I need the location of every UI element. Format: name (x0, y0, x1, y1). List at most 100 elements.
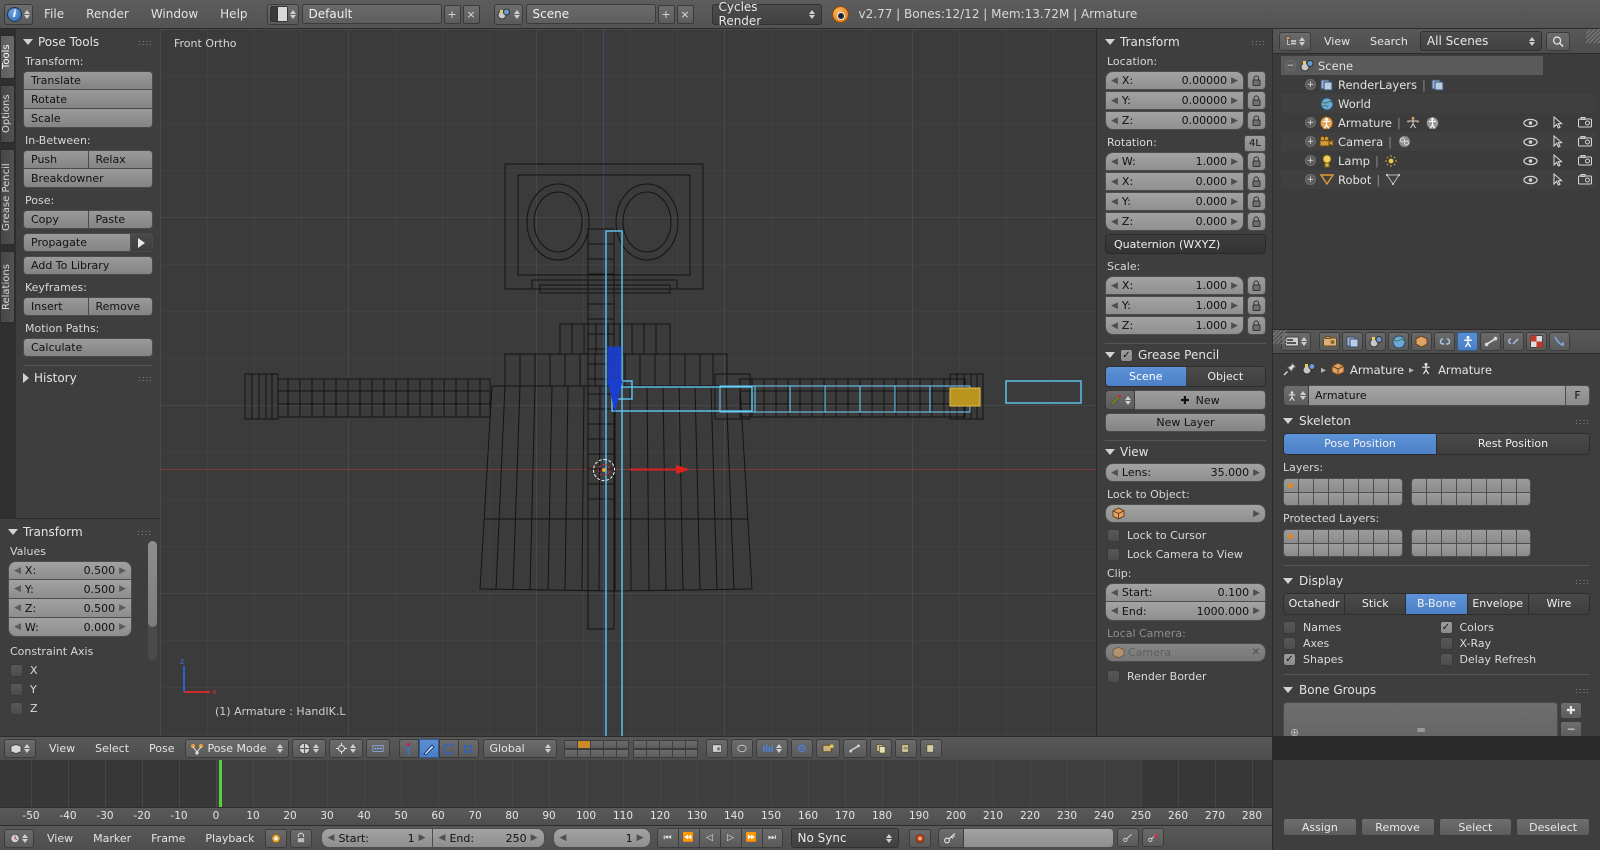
layer-cell[interactable] (645, 748, 659, 758)
layer-cell[interactable] (1501, 492, 1516, 506)
visibility-eye-icon[interactable] (1523, 135, 1538, 148)
layer-cell[interactable] (1516, 492, 1531, 506)
panel-scrollbar[interactable] (148, 541, 157, 661)
renderability-camera-icon[interactable] (1577, 173, 1592, 186)
scale-field-z[interactable]: ◀ Z: 1.000 ▶ (1105, 316, 1244, 335)
layer-cell[interactable] (602, 739, 616, 749)
pose-icon[interactable] (1406, 116, 1421, 130)
outliner-row-lamp[interactable]: + Lamp | (1281, 151, 1596, 170)
protected-cell[interactable] (1388, 529, 1403, 543)
relax-button[interactable]: Relax (88, 150, 153, 169)
layer-cell[interactable] (589, 748, 603, 758)
layer-cell[interactable] (1328, 492, 1343, 506)
camera-data-icon[interactable] (1397, 135, 1412, 149)
visibility-eye-icon[interactable] (1523, 173, 1538, 186)
remove-bone-group-button[interactable]: ─ (1560, 721, 1582, 736)
frame-start-field[interactable]: ◀ Start: 1 ▶ (320, 828, 433, 848)
transform-panel-header[interactable]: Transform :::: (1105, 35, 1266, 49)
layer-cell[interactable] (1313, 492, 1328, 506)
layer-cell[interactable] (1471, 492, 1486, 506)
mesh-data-icon[interactable] (1385, 173, 1400, 187)
prop-tab-bone-constraint[interactable] (1503, 332, 1524, 351)
breadcrumb-object-icon[interactable] (1331, 361, 1345, 379)
auto-ik-button[interactable] (815, 739, 840, 758)
remove-bone-group-button2[interactable]: Remove (1360, 818, 1435, 836)
operator-field-x[interactable]: ◀ X: 0.500 ▶ (8, 561, 132, 580)
datablock-name-field[interactable]: Armature (1309, 385, 1566, 406)
protected-cell[interactable] (1298, 543, 1313, 557)
layer-cell[interactable] (1373, 492, 1388, 506)
add-keying-set-button[interactable] (1116, 828, 1139, 847)
lock-location-y-button[interactable] (1247, 91, 1266, 110)
remove-keying-set-button[interactable] (1141, 828, 1164, 847)
grease-pencil-header[interactable]: ✓ Grease Pencil (1105, 348, 1266, 362)
lock-scale-y-button[interactable] (1247, 296, 1266, 315)
display-envelope-button[interactable]: Envelope (1467, 594, 1529, 614)
armature-datablock-selector[interactable] (1283, 385, 1309, 406)
rotation-mode-selector[interactable]: Quaternion (WXYZ) (1105, 234, 1266, 254)
layer-cell[interactable] (671, 748, 685, 758)
keying-set-field[interactable] (963, 828, 1114, 848)
scene-selector[interactable] (493, 3, 523, 25)
new-layer-button[interactable]: New Layer (1105, 413, 1266, 432)
timeline-playhead[interactable] (218, 760, 222, 807)
display-bbone-button[interactable]: B-Bone (1406, 594, 1468, 614)
new-screen-button[interactable]: + (443, 4, 461, 24)
render-engine-selector[interactable]: Cycles Render (711, 0, 822, 28)
layer-cell[interactable] (1411, 478, 1426, 492)
prop-tab-scene[interactable] (1365, 332, 1386, 351)
translate-button[interactable]: Translate (23, 71, 153, 90)
lock-timeline-button[interactable] (289, 828, 312, 848)
delete-screen-button[interactable]: × (462, 4, 480, 24)
layer-cell[interactable] (1456, 478, 1471, 492)
paste-pose-button[interactable]: Paste (88, 210, 153, 229)
prop-tab-world[interactable] (1388, 332, 1409, 351)
close-icon[interactable]: ✕ (1252, 647, 1260, 658)
outliner-row-armature[interactable]: + Armature | (1281, 113, 1596, 132)
tab-grease-pencil[interactable]: Grease Pencil (1, 149, 15, 245)
protected-cell[interactable] (1486, 543, 1501, 557)
manipulator-toggle-icon[interactable] (398, 739, 419, 758)
display-option-axes[interactable]: Axes (1283, 637, 1434, 650)
fake-user-button[interactable]: F (1566, 385, 1590, 406)
protected-cell[interactable] (1441, 543, 1456, 557)
prop-tab-constraints[interactable] (1434, 332, 1455, 351)
bone-groups-list[interactable]: ⊕ ═ (1283, 702, 1558, 736)
play-reverse-button[interactable]: ◁ (698, 828, 720, 848)
layer-cell[interactable] (602, 748, 616, 758)
resize-grip-icon[interactable] (1586, 29, 1600, 43)
snap-magnet-toggle[interactable] (365, 739, 390, 758)
protected-cell[interactable] (1328, 529, 1343, 543)
skeleton-panel-header[interactable]: Skeleton :::: (1283, 414, 1590, 428)
rotation-field-x[interactable]: ◀ X: 0.000 ▶ (1105, 172, 1244, 191)
layer-cell[interactable] (1298, 478, 1313, 492)
layer-cell[interactable] (1486, 492, 1501, 506)
layer-cell[interactable] (632, 748, 646, 758)
layer-cell-active[interactable] (1283, 478, 1298, 492)
layer-cell-active[interactable] (576, 739, 590, 749)
timeline-track-area[interactable] (0, 760, 1272, 807)
manipulator-x-arrow-icon[interactable] (630, 465, 690, 474)
outliner-menu-view[interactable]: View (1314, 35, 1360, 48)
expand-icon[interactable]: + (1305, 136, 1316, 147)
timeline-menu-frame[interactable]: Frame (141, 832, 195, 845)
lock-rotation-x-button[interactable] (1247, 172, 1266, 191)
viewport-menu-view[interactable]: View (39, 742, 85, 755)
collapse-icon[interactable]: − (1285, 60, 1296, 71)
layer-cell[interactable] (1501, 478, 1516, 492)
sync-mode-selector[interactable]: No Sync (790, 828, 899, 848)
remove-keyframe-button[interactable]: Remove (88, 297, 153, 316)
rotation-field-w[interactable]: ◀ W: 1.000 ▶ (1105, 152, 1244, 171)
protected-cell[interactable] (1411, 529, 1426, 543)
rotation-lock-badge[interactable]: 4L (1244, 134, 1266, 152)
frame-end-field[interactable]: ◀ End: 250 ▶ (432, 828, 545, 848)
protected-cell[interactable] (1358, 529, 1373, 543)
pose-position-button[interactable]: Pose Position (1284, 434, 1437, 454)
pin-icon[interactable] (1283, 361, 1297, 379)
layer-cell[interactable] (563, 739, 577, 749)
layer-cell[interactable] (658, 739, 672, 749)
editor-type-icon[interactable] (4, 739, 36, 758)
gp-tab-scene[interactable]: Scene (1106, 367, 1186, 386)
protected-cell[interactable] (1426, 543, 1441, 557)
push-button[interactable]: Push (23, 150, 89, 169)
